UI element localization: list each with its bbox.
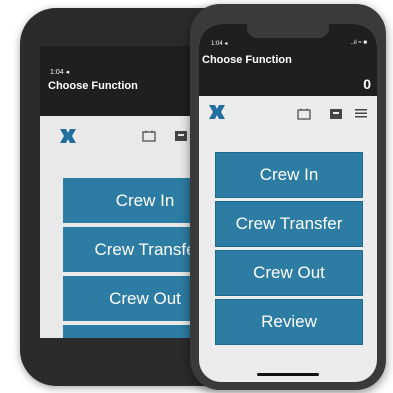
crew-in-button[interactable]: Crew In xyxy=(215,152,363,198)
notch xyxy=(247,24,329,38)
crew-transfer-button[interactable]: Crew Transfer xyxy=(215,201,363,247)
archive-icon[interactable] xyxy=(174,130,188,142)
toolbar xyxy=(199,96,377,128)
page-title: Choose Function xyxy=(48,80,138,92)
app-logo-icon xyxy=(60,129,76,143)
archive-icon[interactable] xyxy=(329,108,343,120)
review-button[interactable]: Review xyxy=(215,299,363,345)
calendar-icon[interactable] xyxy=(142,130,156,142)
status-time: 1:04 ◂ xyxy=(211,41,228,47)
crew-out-button[interactable]: Crew Out xyxy=(215,250,363,296)
app-logo-icon xyxy=(209,105,225,119)
home-indicator[interactable] xyxy=(257,373,319,376)
front-phone: 1:04 ◂ ..ıl ≈ ■ Choose Function 0 Crew I… xyxy=(190,4,386,390)
count-badge: 0 xyxy=(363,76,371,92)
page-title: Choose Function xyxy=(202,54,292,66)
menu-icon[interactable] xyxy=(355,107,367,119)
front-phone-screen: 1:04 ◂ ..ıl ≈ ■ Choose Function 0 Crew I… xyxy=(199,24,377,382)
status-indicators: ..ıl ≈ ■ xyxy=(350,40,367,46)
status-time: 1:04 ◂ xyxy=(50,69,70,76)
calendar-icon[interactable] xyxy=(297,108,311,120)
